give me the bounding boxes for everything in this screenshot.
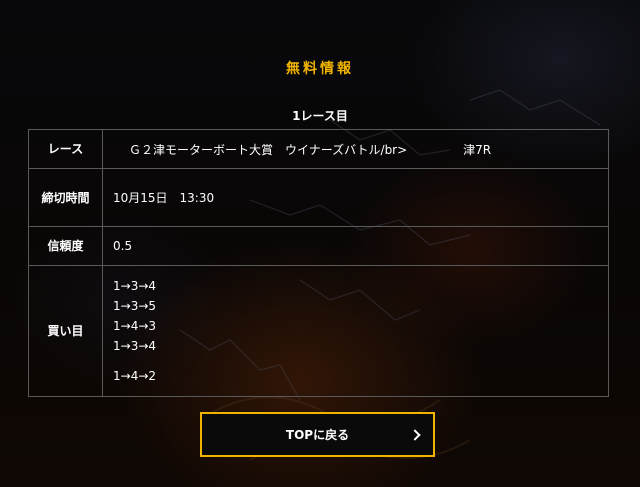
race-info-table: レース Ｇ２津モーターボート大賞 ウイナーズバトル/br> 津7R 締切時間 10… [28,129,609,397]
table-row-deadline: 締切時間 10月15日 13:30 [28,168,609,227]
race-heading: 1レース目 [292,109,348,123]
bet-item: 1→4→3 [113,319,157,333]
section-title: 無料情報 [286,61,354,77]
table-row-race: レース Ｇ２津モーターボート大賞 ウイナーズバトル/br> 津7R [28,129,609,169]
bet-item: 1→3→4 [113,339,157,353]
race-label: レース [28,129,103,169]
bet-item: 1→3→5 [113,299,157,313]
race-number: 津7R [463,142,492,157]
table-row-bets: 買い目 1→3→4 1→3→5 1→4→3 1→3→4 1→4→2 [28,265,609,397]
deadline-label: 締切時間 [28,168,103,227]
back-to-top-label: TOPに戻る [285,428,350,442]
bet-item: 1→3→4 [113,279,157,293]
chevron-right-icon [409,428,421,441]
bet-item: 1→4→2 [113,369,157,383]
race-name: Ｇ２津モーターボート大賞 ウイナーズバトル/br> [129,142,408,157]
confidence-label: 信頼度 [28,226,103,266]
bets-label: 買い目 [28,265,103,397]
confidence-value: 0.5 [102,226,609,266]
deadline-value: 10月15日 13:30 [102,168,609,227]
table-row-confidence: 信頼度 0.5 [28,226,609,266]
back-to-top-button[interactable]: TOPに戻る [200,412,435,457]
bet-list: 1→3→4 1→3→5 1→4→3 1→3→4 1→4→2 [113,266,598,396]
